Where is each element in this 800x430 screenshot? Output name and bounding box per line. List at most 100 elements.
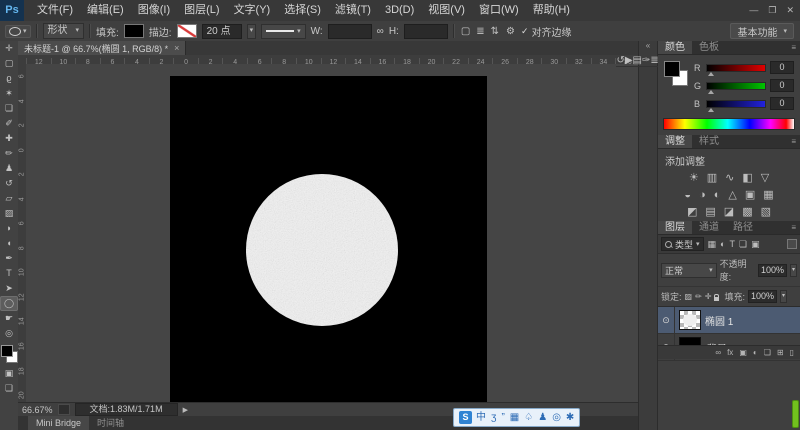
foreground-color-swatch[interactable] <box>664 61 680 77</box>
lock-all-icon[interactable] <box>714 292 721 301</box>
invert-icon[interactable]: ◩ <box>687 206 697 219</box>
tab-mini-bridge[interactable]: Mini Bridge <box>28 416 90 430</box>
document-info[interactable]: 文档:1.83M/1.71M <box>74 403 178 416</box>
selective-color-icon[interactable]: ▧ <box>761 206 771 219</box>
ime-logo-icon[interactable]: S <box>459 411 472 424</box>
photo-filter-icon[interactable]: △ <box>728 189 736 202</box>
channel-slider[interactable] <box>706 63 766 76</box>
path-arrangement-icon[interactable]: ⇅ <box>490 26 500 37</box>
ellipse-tool[interactable]: ◯ <box>0 296 18 311</box>
path-operations-icon[interactable]: ▢ <box>460 26 471 37</box>
ime-search-icon[interactable]: ◎ <box>552 410 561 425</box>
tab-color[interactable]: 颜色 <box>658 41 692 54</box>
fill-color-swatch[interactable] <box>123 24 144 38</box>
history-panel-icon[interactable]: ↺ <box>616 55 625 67</box>
filter-adjustment-layers-icon[interactable]: ◐ <box>719 239 726 250</box>
menu-help[interactable]: 帮助(H) <box>526 0 577 21</box>
new-group-icon[interactable]: ❏ <box>764 348 771 357</box>
menu-image[interactable]: 图像(I) <box>131 0 177 21</box>
canvas-document[interactable] <box>170 76 487 403</box>
curves-icon[interactable]: ∿ <box>725 172 734 185</box>
canvas-area[interactable] <box>26 64 640 403</box>
height-input[interactable] <box>403 23 448 39</box>
color-spectrum-bar[interactable] <box>663 118 795 130</box>
foreground-background-swatches[interactable] <box>1 345 18 363</box>
screen-mode-button[interactable]: ❏ <box>1 381 17 396</box>
tab-styles[interactable]: 样式 <box>692 135 726 148</box>
tab-adjustments[interactable]: 调整 <box>658 135 692 148</box>
fill-value[interactable]: 100% <box>748 290 778 303</box>
slider-marker-icon[interactable] <box>708 69 714 76</box>
gradient-map-icon[interactable]: ▩ <box>742 206 752 219</box>
type-tool[interactable]: T <box>1 266 17 281</box>
brightness-contrast-icon[interactable]: ☀ <box>689 172 699 185</box>
new-adjustment-layer-icon[interactable]: ◐ <box>753 348 758 357</box>
black-white-icon[interactable]: ◐ <box>714 189 721 202</box>
zoom-tool[interactable]: ◎ <box>1 326 17 341</box>
menu-type[interactable]: 文字(Y) <box>227 0 278 21</box>
blur-tool[interactable]: ◗ <box>1 221 17 236</box>
color-lookup-icon[interactable]: ▦ <box>763 189 773 202</box>
filter-pixel-layers-icon[interactable]: ▦ <box>707 239 718 250</box>
menu-3d[interactable]: 3D(D) <box>378 0 421 21</box>
tab-timeline[interactable]: 时间轴 <box>89 416 132 430</box>
layer-name[interactable]: 椭圆 1 <box>705 313 733 328</box>
minimize-button[interactable]: — <box>749 0 758 21</box>
menu-view[interactable]: 视图(V) <box>421 0 472 21</box>
tab-channels[interactable]: 通道 <box>692 221 726 234</box>
clone-stamp-tool[interactable]: ♟ <box>1 161 17 176</box>
menu-filter[interactable]: 滤镜(T) <box>328 0 378 21</box>
dodge-tool[interactable]: ◖ <box>1 236 17 251</box>
tool-preset-picker[interactable]: ▾ <box>5 24 31 38</box>
lock-transparency-icon[interactable]: ▨ <box>685 292 693 301</box>
zoom-level[interactable]: 66.67% <box>22 405 53 415</box>
stroke-width-dropdown[interactable]: ▾ <box>246 23 257 39</box>
menu-file[interactable]: 文件(F) <box>30 0 80 21</box>
eraser-tool[interactable]: ▱ <box>1 191 17 206</box>
menu-layer[interactable]: 图层(L) <box>177 0 226 21</box>
layer-thumbnail[interactable] <box>679 310 701 330</box>
lasso-tool[interactable]: ϱ <box>1 71 17 86</box>
opacity-value[interactable]: 100% <box>757 263 787 277</box>
color-balance-icon[interactable]: ◑ <box>699 189 706 202</box>
levels-icon[interactable]: ▥ <box>707 172 717 185</box>
vibrance-icon[interactable]: ▽ <box>761 172 769 185</box>
chevron-down-icon[interactable]: ▾ <box>780 290 788 303</box>
panel-menu-icon[interactable]: ≡ <box>791 137 796 146</box>
hand-tool[interactable]: ☛ <box>1 311 17 326</box>
tool-mode-select[interactable]: 形状 ▾ <box>42 23 85 39</box>
visibility-toggle[interactable]: ⊙ <box>658 307 675 333</box>
tab-paths[interactable]: 路径 <box>726 221 760 234</box>
panel-menu-icon[interactable]: ≡ <box>791 43 796 52</box>
lock-position-icon[interactable]: ✛ <box>705 292 712 301</box>
channel-value[interactable]: 0 <box>770 97 794 110</box>
blend-mode-select[interactable]: 正常 ▾ <box>661 262 717 278</box>
ime-account-icon[interactable]: ♟ <box>538 410 547 425</box>
ime-punctuation-icon[interactable]: ” <box>501 410 504 425</box>
layer-filter-type-select[interactable]: 类型 ▾ <box>661 237 704 251</box>
hue-saturation-icon[interactable]: ◒ <box>684 189 691 202</box>
quick-mask-button[interactable]: ▣ <box>1 366 17 381</box>
align-edges-checkbox[interactable]: ✓ 对齐边缘 <box>521 24 572 39</box>
width-input[interactable] <box>327 23 372 39</box>
marquee-tool[interactable]: ▢ <box>1 56 17 71</box>
posterize-icon[interactable]: ▤ <box>705 206 715 219</box>
actions-panel-icon[interactable]: ▶ <box>624 55 633 67</box>
document-tab[interactable]: 未标题-1 @ 66.7%(椭圆 1, RGB/8) * × <box>18 41 187 55</box>
ime-skin-icon[interactable]: ♤ <box>524 410 533 425</box>
properties-panel-icon[interactable]: ▤ <box>632 55 642 67</box>
panel-menu-icon[interactable]: ≡ <box>791 223 796 232</box>
channel-slider[interactable] <box>706 99 766 112</box>
gear-icon[interactable]: ⚙ <box>505 26 516 37</box>
exposure-icon[interactable]: ◧ <box>742 172 752 185</box>
workspace-switcher[interactable]: 基本功能 ▾ <box>730 23 794 39</box>
stroke-width-field[interactable]: 20 点 <box>201 23 242 39</box>
eyedropper-tool[interactable]: ✐ <box>1 116 17 131</box>
move-tool[interactable]: ✛ <box>1 41 17 56</box>
stroke-type-picker[interactable]: ▾ <box>261 23 306 39</box>
menu-select[interactable]: 选择(S) <box>277 0 328 21</box>
ime-wubi-icon[interactable]: ▦ <box>510 410 519 425</box>
ime-toolbar[interactable]: S 中 ʒ ” ▦ ♤ ♟ ◎ ✱ <box>453 408 581 427</box>
tab-swatches[interactable]: 色板 <box>692 41 726 54</box>
menu-edit[interactable]: 编辑(E) <box>80 0 131 21</box>
